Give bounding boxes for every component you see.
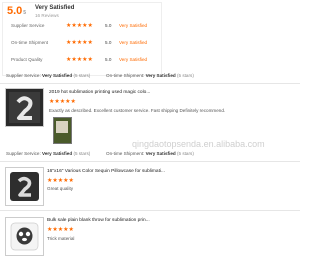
review3-comment: Trick material xyxy=(47,236,75,241)
review1-supplier-service-label: Supplier Service: xyxy=(6,73,41,78)
review2-supplier-service-value: Very Satisfied xyxy=(42,151,73,156)
review2-comment: Great quality xyxy=(47,186,74,191)
review1-divider xyxy=(0,83,300,84)
overall-score: 5.05 xyxy=(7,5,26,17)
review1-photo-content xyxy=(56,121,68,133)
review2-supplier-service: Supplier Service: Very Satisfied (5 star… xyxy=(6,151,90,156)
throw-pillow-image xyxy=(10,222,39,251)
review2-supplier-service-label: Supplier Service: xyxy=(6,151,41,156)
review2-ontime-label: On-time Shipment: xyxy=(106,151,145,156)
review-count: 16 Reviews xyxy=(35,13,59,18)
review2-product-title[interactable]: 16"x16" Various Color Sequin Pillowcase … xyxy=(47,169,165,174)
overall-score-value: 5.0 xyxy=(7,5,23,17)
breakdown-value-ontime: 5.0 xyxy=(105,40,112,45)
review2-stars: ★★★★★ xyxy=(47,178,74,184)
breakdown-stars-supplier: ★★★★★ xyxy=(66,23,93,29)
breakdown-rating-supplier: Very Satisfied xyxy=(119,23,148,28)
breakdown-rating-ontime: Very Satisfied xyxy=(119,40,148,45)
review1-comment: Exactly as described. Excellent customer… xyxy=(49,108,226,113)
breakdown-value-supplier: 5.0 xyxy=(105,23,112,28)
review1-supplier-service-stars: (5 stars) xyxy=(73,73,91,78)
review1-ontime: On-time Shipment: Very Satisfied (5 star… xyxy=(106,73,194,78)
breakdown-label-supplier: Supplier Service xyxy=(11,23,45,28)
pillowcase-image xyxy=(10,172,39,201)
breakdown-stars-quality: ★★★★★ xyxy=(66,57,93,63)
review3-product-thumbnail[interactable] xyxy=(5,217,44,256)
review1-product-thumbnail[interactable] xyxy=(5,88,44,127)
review2-ontime: On-time Shipment: Very Satisfied (5 star… xyxy=(106,151,194,156)
review1-supplier-service-value: Very Satisfied xyxy=(42,73,73,78)
review1-ontime-value: Very Satisfied xyxy=(145,73,176,78)
review1-stars: ★★★★★ xyxy=(49,99,76,105)
breakdown-label-quality: Product Quality xyxy=(11,57,43,62)
breakdown-stars-ontime: ★★★★★ xyxy=(66,40,93,46)
overall-rating-label: Very Satisfied xyxy=(35,5,75,11)
watermark: qingdaotopsenda.en.alibaba.com xyxy=(132,139,265,149)
breakdown-label-ontime: On-time Shipment xyxy=(11,40,49,45)
review2-ontime-stars: (5 stars) xyxy=(177,151,194,156)
review3-stars: ★★★★★ xyxy=(47,227,74,233)
breakdown-value-quality: 5.0 xyxy=(105,57,112,62)
review2-supplier-service-stars: (5 stars) xyxy=(73,151,91,156)
review1-ontime-label: On-time Shipment: xyxy=(106,73,145,78)
review2-product-thumbnail[interactable] xyxy=(5,167,44,206)
review1-supplier-service: Supplier Service: Very Satisfied (5 star… xyxy=(6,73,90,78)
overall-score-denominator: 5 xyxy=(23,10,27,16)
review1-photo[interactable] xyxy=(53,117,72,144)
breakdown-rating-quality: Very Satisfied xyxy=(119,57,148,62)
review1-product-title[interactable]: 2019 hot sublimation printing used magic… xyxy=(49,90,150,95)
review3-product-title[interactable]: Bulk sale plain blank throw for sublimat… xyxy=(47,218,150,223)
review2-ontime-value: Very Satisfied xyxy=(145,151,176,156)
sequin-pillow-image xyxy=(6,89,43,126)
review1-ontime-stars: (5 stars) xyxy=(177,73,194,78)
review2-divider xyxy=(0,161,300,162)
review3-divider xyxy=(0,210,300,211)
